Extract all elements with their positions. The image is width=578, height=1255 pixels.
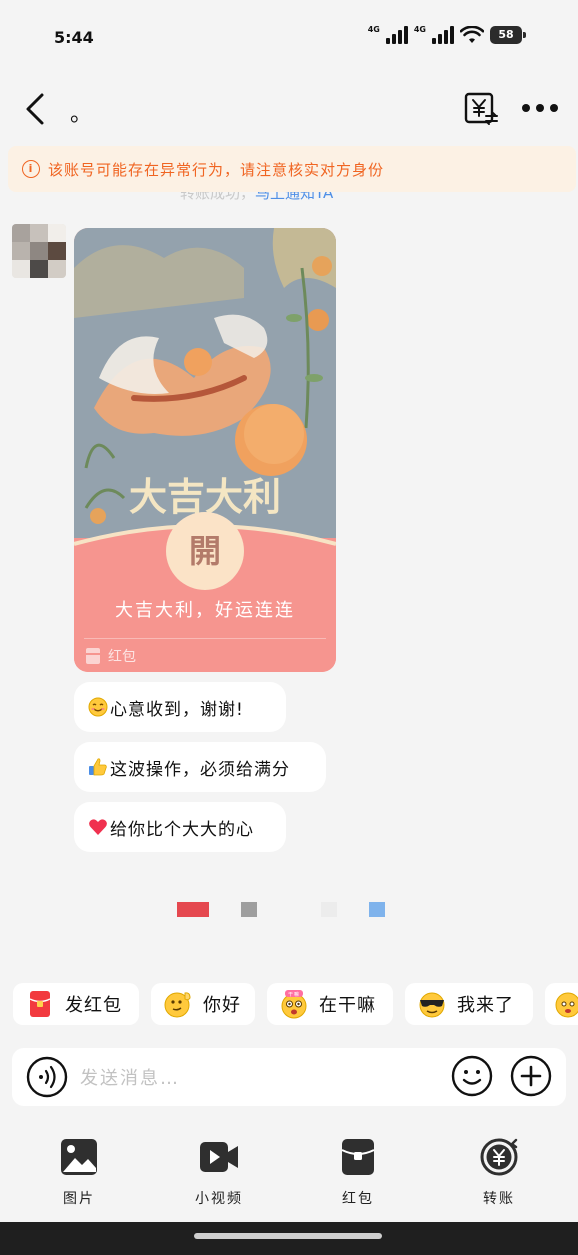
- toolbar-red-packet[interactable]: 红包: [313, 1138, 403, 1208]
- quick-reply-red-packet[interactable]: 发红包: [13, 983, 139, 1025]
- quick-reply-label: 发红包: [65, 995, 122, 1016]
- sunglasses-emoji-icon: [419, 992, 445, 1018]
- back-button[interactable]: [22, 92, 52, 126]
- transfer-button[interactable]: [462, 90, 500, 128]
- red-packet-icon: [29, 991, 51, 1017]
- toolbar-label: 转账: [483, 1191, 515, 1207]
- more-button[interactable]: [522, 96, 558, 120]
- plus-button[interactable]: [510, 1055, 552, 1097]
- message-text: 给你比个大大的心: [110, 819, 254, 840]
- toolbar-label: 图片: [63, 1191, 95, 1207]
- quick-reply-hello[interactable]: 你好: [151, 983, 255, 1025]
- red-packet-footer-label: 红包: [108, 649, 136, 665]
- chat-title: 。: [70, 102, 93, 127]
- quick-reply-label: 你好: [203, 995, 241, 1016]
- message-input[interactable]: [80, 1060, 440, 1096]
- message-bubble[interactable]: 这波操作，必须给满分: [74, 742, 326, 792]
- signal-icon-2: [432, 26, 454, 44]
- toolbar-image[interactable]: 图片: [34, 1138, 124, 1208]
- color-swatch-blue: [369, 902, 385, 917]
- network-label-1: 4G: [367, 25, 380, 34]
- signal-icon: [385, 26, 408, 44]
- wifi-icon: [460, 26, 484, 43]
- red-packet-icon: [86, 648, 100, 664]
- status-indicators: 4G 4G 58: [367, 25, 526, 44]
- emoji-button[interactable]: [451, 1055, 493, 1097]
- message-text: 心意收到，谢谢!: [110, 699, 244, 720]
- red-packet-icon: [341, 1139, 375, 1175]
- quick-reply-label: 我来了: [457, 995, 514, 1016]
- what-are-you-doing-emoji-icon: 干嘛: [281, 990, 307, 1019]
- smile-emoji-icon: [88, 697, 108, 717]
- info-icon: i: [22, 160, 40, 178]
- message-bubble[interactable]: 给你比个大大的心: [74, 802, 286, 852]
- image-icon: [61, 1139, 97, 1175]
- color-swatch-light: [321, 902, 337, 917]
- color-swatch-red: [177, 902, 209, 917]
- dot: [522, 104, 530, 112]
- heart-emoji-icon: [89, 819, 107, 835]
- thumbs-up-emoji-icon: [89, 758, 107, 776]
- toolbar-transfer[interactable]: 转账: [454, 1138, 544, 1208]
- network-label-2: 4G: [413, 25, 426, 34]
- quick-reply-label: 在干嘛: [319, 995, 376, 1016]
- battery-indicator: 58: [490, 26, 526, 44]
- color-swatch-gray: [241, 902, 257, 917]
- toolbar-label: 小视频: [195, 1191, 243, 1207]
- transfer-icon: [480, 1138, 518, 1176]
- warning-banner: i 该账号可能存在异常行为，请注意核实对方身份: [8, 146, 576, 192]
- red-packet-artwork: 大吉大利: [74, 228, 336, 538]
- open-red-packet-button[interactable]: 開: [166, 512, 244, 590]
- message-bubble[interactable]: 心意收到，谢谢!: [74, 682, 286, 732]
- quick-reply-partial[interactable]: [545, 983, 578, 1025]
- avatar[interactable]: [12, 224, 66, 278]
- home-gesture-handle[interactable]: [194, 1233, 382, 1239]
- emoji-partial-icon: [555, 992, 578, 1018]
- wave-emoji-icon: [164, 992, 191, 1018]
- red-packet-card[interactable]: 大吉大利 開 大吉大利，好运连连 红包: [74, 228, 336, 672]
- quick-reply-whats-up[interactable]: 干嘛 在干嘛: [267, 983, 393, 1025]
- toolbar-label: 红包: [342, 1191, 374, 1207]
- toolbar-video[interactable]: 小视频: [174, 1138, 264, 1208]
- message-text: 这波操作，必须给满分: [110, 759, 290, 780]
- voice-input-button[interactable]: [26, 1056, 68, 1098]
- warning-text: 该账号可能存在异常行为，请注意核实对方身份: [48, 160, 385, 179]
- divider: [84, 638, 326, 639]
- dot: [550, 104, 558, 112]
- red-packet-wish: 大吉大利，好运连连: [115, 600, 295, 621]
- quick-reply-im-coming[interactable]: 我来了: [405, 983, 533, 1025]
- sticker-text: 干嘛: [288, 991, 300, 998]
- dot: [536, 104, 544, 112]
- video-icon: [200, 1142, 238, 1172]
- red-packet-footer: 红包: [86, 646, 136, 666]
- status-time: 5:44: [54, 28, 94, 47]
